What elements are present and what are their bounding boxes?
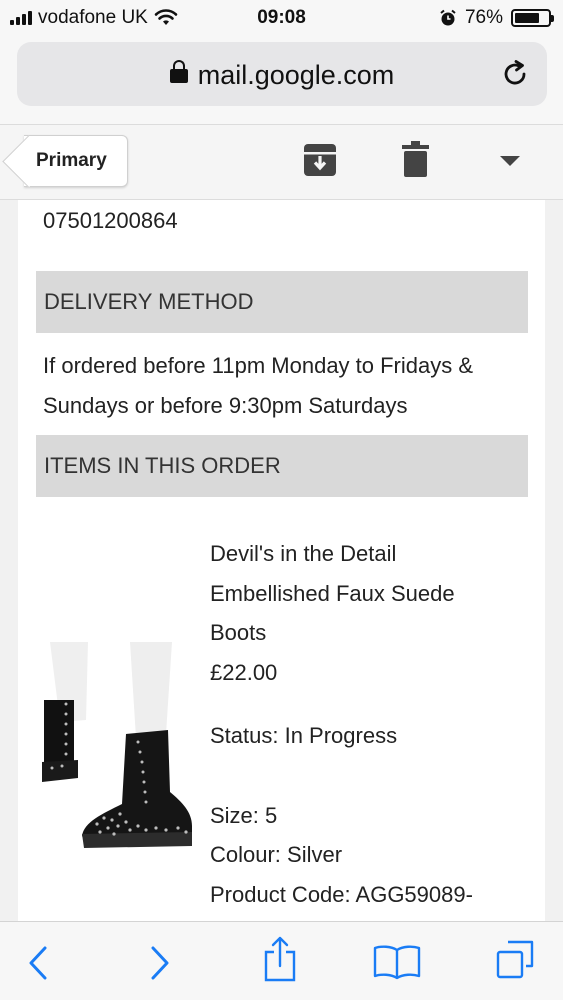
items-header: ITEMS IN THIS ORDER — [36, 435, 528, 497]
status-bar: vodafone UK 09:08 76% — [0, 0, 563, 36]
delivery-method-text: If ordered before 11pm Monday to Fridays… — [43, 353, 474, 418]
share-icon[interactable] — [263, 936, 297, 982]
trash-icon[interactable] — [402, 141, 429, 177]
safari-bottom-toolbar — [0, 921, 563, 1000]
items-title: ITEMS IN THIS ORDER — [44, 453, 281, 478]
lock-icon — [169, 60, 188, 83]
product-price: £22.00 — [210, 659, 278, 685]
archive-icon[interactable] — [303, 143, 337, 177]
back-button-label: Primary — [36, 150, 107, 171]
gmail-toolbar: Primary — [0, 124, 563, 200]
delivery-method-header: DELIVERY METHOD — [36, 271, 528, 333]
phone-number: 07501200864 — [43, 208, 178, 233]
product-status: Status: In Progress — [210, 723, 398, 748]
reload-icon[interactable] — [499, 58, 531, 90]
url-text: mail.google.com — [197, 60, 395, 90]
back-to-primary-button[interactable]: Primary — [24, 135, 128, 187]
product-name-line-3[interactable]: Boots — [210, 613, 540, 653]
product-details: Devil's in the Detail Embellished Faux S… — [210, 534, 540, 914]
url-bar[interactable]: mail.google.com — [17, 42, 547, 106]
product-size: Size: 5 — [210, 802, 278, 828]
product-name-line-1[interactable]: Devil's in the Detail — [210, 534, 540, 574]
product-name-line-2[interactable]: Embellished Faux Suede — [210, 574, 540, 614]
tabs-icon[interactable] — [494, 940, 534, 980]
forward-icon[interactable] — [150, 946, 170, 980]
product-colour: Colour: Silver — [210, 842, 343, 867]
email-content: 07501200864 DELIVERY METHOD If ordered b… — [0, 200, 563, 921]
status-right: 76% — [439, 7, 554, 29]
back-icon[interactable] — [28, 946, 48, 980]
alarm-icon — [440, 9, 456, 26]
email-body: 07501200864 DELIVERY METHOD If ordered b… — [18, 200, 545, 921]
battery-icon — [511, 9, 554, 27]
dropdown-caret-icon[interactable] — [500, 156, 520, 168]
battery-percent: 76% — [464, 7, 503, 28]
browser-url-area: mail.google.com — [0, 36, 563, 124]
delivery-method-title: DELIVERY METHOD — [44, 289, 254, 314]
product-code: Product Code: AGG59089- — [210, 881, 473, 907]
product-image[interactable] — [42, 642, 194, 852]
url-display[interactable]: mail.google.com — [17, 60, 547, 91]
bookmarks-icon[interactable] — [373, 944, 421, 980]
